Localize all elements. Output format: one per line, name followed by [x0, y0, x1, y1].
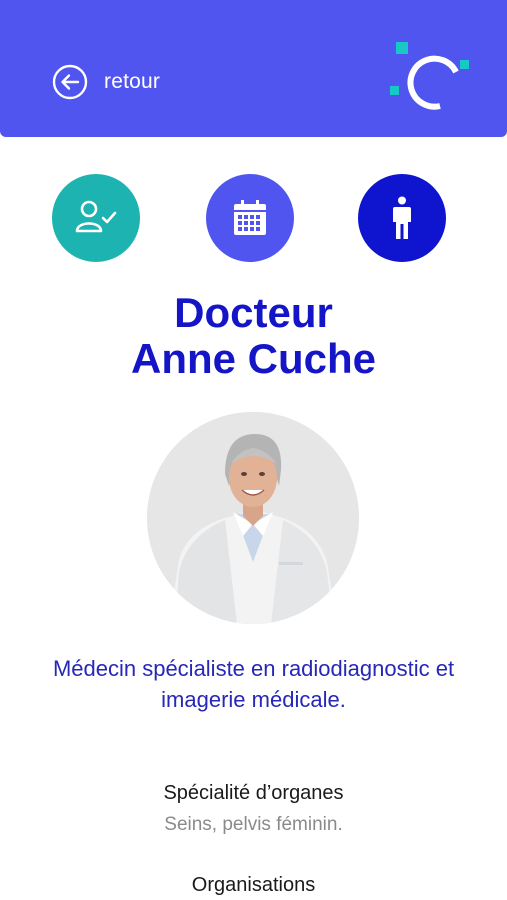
doctor-title-line1: Docteur: [174, 289, 333, 336]
doctor-portrait-image: [147, 412, 359, 624]
organ-specialty-value: Seins, pelvis féminin.: [164, 814, 343, 835]
appointment-calendar-button[interactable]: [206, 174, 294, 262]
doctor-title-line2: Anne Cuche: [130, 335, 377, 382]
brand-logo-icon: [390, 42, 469, 110]
back-label: retour: [104, 70, 161, 93]
arrow-left-circle-icon: [52, 64, 88, 100]
organ-specialty-label: Spécialité d’organes: [163, 782, 344, 804]
body-area-button[interactable]: [358, 174, 446, 262]
app-header: retour: [0, 0, 507, 137]
user-check-icon: [75, 200, 117, 233]
doctor-photo: [147, 412, 359, 624]
calendar-icon: [234, 200, 266, 235]
organisations-label: Organisations: [191, 874, 316, 896]
back-button[interactable]: retour: [52, 64, 160, 100]
verified-doctor-button[interactable]: [52, 174, 140, 262]
doctor-specialty-description: Médecin spécialiste en radiodiagnostic e…: [52, 656, 455, 712]
person-standing-icon: [393, 196, 411, 239]
doctor-name: Docteur Anne Cuche: [0, 290, 507, 382]
